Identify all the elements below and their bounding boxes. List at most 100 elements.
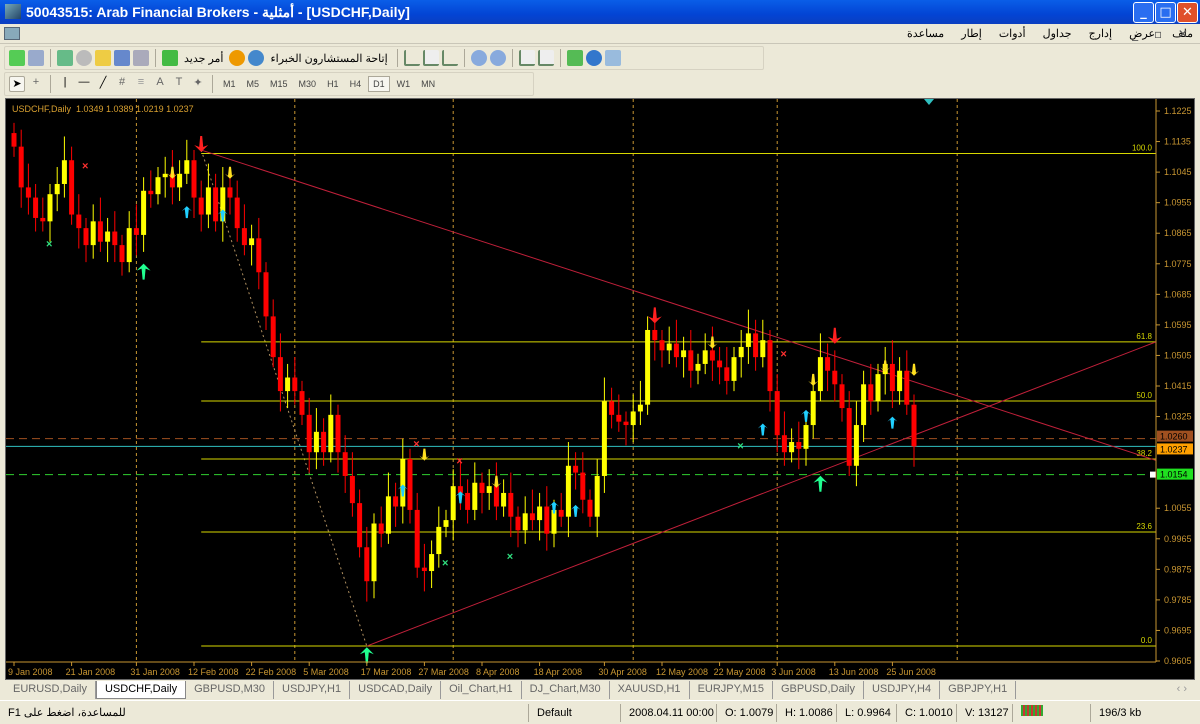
y-tick-label: 1.1045 bbox=[1164, 167, 1192, 177]
chart-tab[interactable]: GBPUSD,Daily bbox=[773, 681, 864, 699]
candle-body bbox=[544, 506, 550, 534]
tab-scroll-arrows[interactable]: ‹ › bbox=[1169, 681, 1195, 699]
maximize-button[interactable]: □ bbox=[1155, 2, 1176, 23]
navigator-icon[interactable] bbox=[95, 50, 111, 66]
chart-tab[interactable]: Oil_Chart,H1 bbox=[441, 681, 522, 699]
y-tick-label: 1.1135 bbox=[1164, 137, 1191, 147]
candle-body bbox=[803, 425, 809, 449]
menu-insert[interactable]: إدارج bbox=[1082, 24, 1119, 40]
price-line-label: 1.0237 bbox=[1160, 444, 1188, 454]
timeframe-mn[interactable]: MN bbox=[417, 77, 439, 91]
terminal-icon[interactable] bbox=[114, 50, 130, 66]
chart-tab[interactable]: GBPJPY,H1 bbox=[940, 681, 1017, 699]
menu-window[interactable]: إطار bbox=[954, 24, 988, 40]
timeframe-m1[interactable]: M1 bbox=[219, 77, 240, 91]
candle-body bbox=[119, 245, 125, 263]
status-bar: للمساعدة، اضغط على F1 Default 2008.04.11… bbox=[0, 700, 1200, 724]
x-tick-label: 18 Apr 2008 bbox=[534, 667, 583, 677]
indicators-icon[interactable] bbox=[566, 50, 583, 66]
menu-help[interactable]: مساعدة bbox=[900, 24, 951, 40]
signal-x-icon: × bbox=[780, 349, 786, 361]
text-label-icon[interactable]: T bbox=[171, 76, 187, 92]
candle-body bbox=[652, 329, 658, 341]
chart-tab[interactable]: XAUUSD,H1 bbox=[610, 681, 690, 699]
zoom-in-icon[interactable] bbox=[470, 50, 487, 66]
timeframe-h1[interactable]: H1 bbox=[323, 77, 343, 91]
chart-canvas[interactable]: 100.061.850.038.223.60.01.02601.02371.01… bbox=[6, 99, 1194, 679]
market-watch-icon[interactable] bbox=[57, 50, 73, 66]
chart-tab[interactable]: EURUSD,Daily bbox=[5, 681, 96, 699]
meta-editor-icon[interactable] bbox=[229, 50, 246, 66]
chart-tab[interactable]: GBPUSD,M30 bbox=[186, 681, 275, 699]
signal-up-arrow-icon bbox=[181, 206, 192, 219]
x-tick-label: 21 Jan 2008 bbox=[66, 667, 116, 677]
bar-chart-icon[interactable] bbox=[403, 50, 420, 66]
signal-x-icon: × bbox=[82, 160, 88, 172]
candle-body bbox=[414, 509, 420, 568]
chart-tab[interactable]: EURJPY,M15 bbox=[690, 681, 773, 699]
y-tick-label: 1.0685 bbox=[1164, 289, 1192, 299]
templates-icon[interactable] bbox=[604, 50, 621, 66]
alert-marker bbox=[1150, 471, 1156, 478]
fibonacci-icon[interactable]: ≡ bbox=[133, 76, 149, 92]
candle-body bbox=[105, 231, 111, 242]
timeframe-h4[interactable]: H4 bbox=[346, 77, 366, 91]
timeframe-m30[interactable]: M30 bbox=[295, 77, 321, 91]
candle-body bbox=[184, 160, 190, 174]
candle-body bbox=[227, 187, 233, 198]
strategy-tester-icon[interactable] bbox=[133, 50, 149, 66]
equidistant-channel-icon[interactable]: # bbox=[114, 76, 130, 92]
candle-body bbox=[371, 523, 377, 582]
new-order-button[interactable]: أمر جديد bbox=[184, 52, 223, 65]
candle-body bbox=[781, 435, 787, 453]
candle-body bbox=[738, 346, 744, 358]
chart-shift-icon[interactable] bbox=[537, 50, 554, 66]
candlestick-chart-icon[interactable] bbox=[422, 50, 439, 66]
horizontal-line-icon[interactable]: — bbox=[76, 76, 92, 92]
x-tick-label: 30 Apr 2008 bbox=[598, 667, 647, 677]
crosshair-tool-icon[interactable]: + bbox=[28, 76, 44, 92]
candle-body bbox=[673, 343, 679, 358]
chart-tab[interactable]: USDCHF,Daily bbox=[95, 681, 187, 699]
signal-up-arrow-icon bbox=[570, 504, 581, 517]
expert-advisors-button[interactable]: إتاحة المستشارون الخبراء bbox=[270, 52, 387, 65]
mdi-controls[interactable]: _ ▫ ✕ bbox=[1132, 27, 1194, 41]
menu-tools[interactable]: أدوات bbox=[992, 24, 1033, 40]
candle-body bbox=[11, 133, 17, 147]
periods-icon[interactable] bbox=[585, 50, 602, 66]
app-icon bbox=[5, 4, 21, 19]
zoom-out-icon[interactable] bbox=[489, 50, 506, 66]
signal-up-arrow-icon bbox=[757, 423, 768, 436]
chart-tab[interactable]: USDCAD,Daily bbox=[350, 681, 442, 699]
chart-tab[interactable]: DJ_Chart,M30 bbox=[522, 681, 610, 699]
x-tick-label: 12 May 2008 bbox=[656, 667, 708, 677]
crosshair-icon[interactable] bbox=[76, 50, 92, 66]
candle-body bbox=[213, 187, 219, 222]
chart-tab[interactable]: USDJPY,H1 bbox=[274, 681, 351, 699]
chart-tab[interactable]: USDJPY,H4 bbox=[864, 681, 941, 699]
text-icon[interactable]: A bbox=[152, 76, 168, 92]
signal-x-icon: × bbox=[46, 238, 52, 250]
signal-down-arrow-icon bbox=[167, 166, 178, 179]
close-button[interactable]: ✕ bbox=[1177, 2, 1198, 23]
vertical-line-icon[interactable]: | bbox=[57, 76, 73, 92]
candle-body bbox=[249, 238, 255, 246]
status-volume: V: 13127 bbox=[956, 703, 1012, 722]
signal-up-arrow-icon bbox=[887, 416, 898, 429]
candle-body bbox=[90, 221, 96, 246]
timeframe-m15[interactable]: M15 bbox=[266, 77, 292, 91]
trendline-icon[interactable]: ╱ bbox=[95, 76, 111, 92]
timeframe-d1[interactable]: D1 bbox=[368, 76, 390, 92]
profiles-icon[interactable] bbox=[28, 50, 44, 66]
minimize-button[interactable]: _ bbox=[1133, 2, 1154, 23]
price-chart[interactable]: 100.0 61.8 50.0 38.2 23.6 0.0 1.0260 1.0237 1.01… bbox=[5, 98, 1195, 680]
menu-charts[interactable]: جداول bbox=[1036, 24, 1079, 40]
new-chart-icon[interactable] bbox=[9, 50, 25, 66]
timeframe-w1[interactable]: W1 bbox=[393, 77, 415, 91]
auto-scroll-icon[interactable] bbox=[518, 50, 535, 66]
line-chart-icon[interactable] bbox=[441, 50, 458, 66]
arrows-icon[interactable]: ✦ bbox=[190, 76, 206, 92]
candle-body bbox=[861, 384, 867, 426]
y-tick-label: 1.0055 bbox=[1164, 503, 1192, 513]
timeframe-m5[interactable]: M5 bbox=[243, 77, 264, 91]
